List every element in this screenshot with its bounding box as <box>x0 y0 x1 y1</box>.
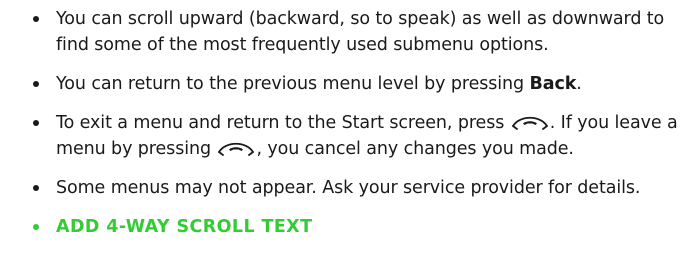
bullet-item-menus: Some menus may not appear. Ask your serv… <box>33 175 683 201</box>
bullet-item-exit: To exit a menu and return to the Start s… <box>33 110 683 162</box>
bullet-dot <box>33 224 39 230</box>
bullet-text: To exit a menu and return to the Start s… <box>56 113 510 133</box>
bullet-dot <box>33 16 39 22</box>
bullet-text: Some menus may not appear. Ask your serv… <box>56 178 641 198</box>
bullet-dot <box>33 120 39 126</box>
bullet-dot <box>33 81 39 87</box>
end-call-key-icon <box>218 142 255 156</box>
bullet-text: You can scroll upward (backward, so to s… <box>56 9 665 55</box>
back-key-label: Back <box>529 74 577 94</box>
end-call-key-icon <box>511 116 548 130</box>
bullet-item-scroll: You can scroll upward (backward, so to s… <box>33 6 683 58</box>
bullet-text: . <box>576 74 582 94</box>
bullet-list: You can scroll upward (backward, so to s… <box>33 6 683 253</box>
bullet-dot <box>33 185 39 191</box>
bullet-item-back: You can return to the previous menu leve… <box>33 71 683 97</box>
placeholder-text: ADD 4-WAY SCROLL TEXT <box>56 217 313 237</box>
bullet-text: You can return to the previous menu leve… <box>56 74 530 94</box>
bullet-text: , you cancel any changes you made. <box>256 139 574 159</box>
bullet-item-placeholder: ADD 4-WAY SCROLL TEXT <box>33 214 683 240</box>
